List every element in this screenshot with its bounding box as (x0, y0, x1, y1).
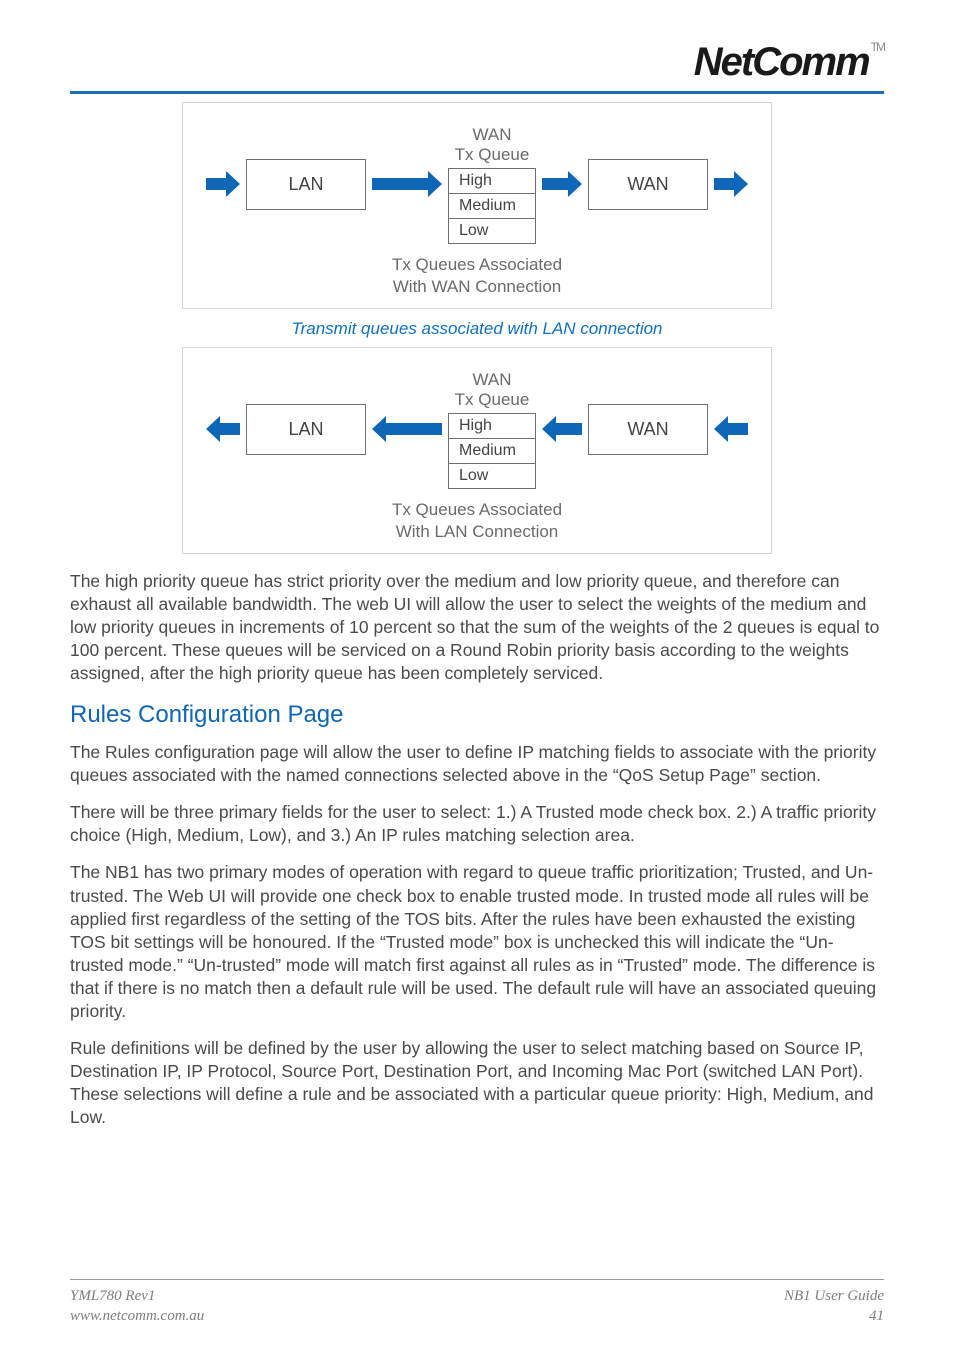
footer-url: www.netcomm.com.au (70, 1306, 204, 1326)
wan-box: WAN (588, 404, 708, 455)
queue-low: Low (448, 464, 536, 489)
queue-medium: Medium (448, 439, 536, 464)
figure-caption-text: Transmit queues associated with LAN conn… (70, 319, 884, 339)
wan-label: WAN (627, 419, 668, 439)
figure-1-caption: Tx Queues Associated With WAN Connection (195, 254, 759, 298)
header-rule (70, 91, 884, 94)
footer-rule (70, 1279, 884, 1280)
queue-column: WAN Tx Queue High Medium Low (448, 370, 536, 489)
lan-label: LAN (288, 419, 323, 439)
arrow-left-icon (372, 416, 442, 442)
queue-title: WAN Tx Queue (455, 125, 530, 166)
figure-2-caption: Tx Queues Associated With LAN Connection (195, 499, 759, 543)
footer-left: YML780 Rev1 www.netcomm.com.au (70, 1286, 204, 1327)
wan-label: WAN (627, 174, 668, 194)
body-text: The high priority queue has strict prior… (70, 570, 884, 1130)
queue-low: Low (448, 219, 536, 244)
queue-stack: High Medium Low (448, 413, 536, 489)
queue-title: WAN Tx Queue (455, 370, 530, 411)
arrow-right-icon (206, 171, 240, 197)
figure-2-wrap: LAN WAN Tx Queue High Medium Low WAN Tx … (70, 347, 884, 554)
queue-column: WAN Tx Queue High Medium Low (448, 125, 536, 244)
document-page: NetCommTM LAN WAN Tx Queue High Medium L… (0, 0, 954, 1354)
arrow-left-icon (542, 416, 582, 442)
brand-name: NetComm (694, 40, 869, 84)
arrow-right-icon (714, 171, 748, 197)
paragraph-2: The Rules configuration page will allow … (70, 741, 884, 787)
lan-box: LAN (246, 159, 366, 210)
figure-2-row: LAN WAN Tx Queue High Medium Low WAN (195, 370, 759, 489)
figure-1-row: LAN WAN Tx Queue High Medium Low WAN (195, 125, 759, 244)
figure-2: LAN WAN Tx Queue High Medium Low WAN Tx … (182, 347, 772, 554)
arrow-right-icon (542, 171, 582, 197)
arrow-left-icon (206, 416, 240, 442)
footer-guide-title: NB1 User Guide (784, 1286, 884, 1306)
footer-row: YML780 Rev1 www.netcomm.com.au NB1 User … (70, 1286, 884, 1327)
page-footer: YML780 Rev1 www.netcomm.com.au NB1 User … (70, 1279, 884, 1327)
footer-right: NB1 User Guide 41 (784, 1286, 884, 1327)
figure-1-wrap: LAN WAN Tx Queue High Medium Low WAN Tx … (70, 102, 884, 309)
queue-stack: High Medium Low (448, 168, 536, 244)
queue-medium: Medium (448, 194, 536, 219)
figure-1: LAN WAN Tx Queue High Medium Low WAN Tx … (182, 102, 772, 309)
paragraph-4: The NB1 has two primary modes of operati… (70, 861, 884, 1023)
trademark-symbol: TM (871, 40, 884, 54)
arrow-left-icon (714, 416, 748, 442)
lan-box: LAN (246, 404, 366, 455)
footer-doc-rev: YML780 Rev1 (70, 1286, 204, 1306)
paragraph-1: The high priority queue has strict prior… (70, 570, 884, 685)
header-row: NetCommTM (70, 40, 884, 85)
arrow-right-icon (372, 171, 442, 197)
lan-label: LAN (288, 174, 323, 194)
queue-high: High (448, 168, 536, 194)
brand-logo: NetCommTM (694, 40, 884, 85)
paragraph-5: Rule definitions will be defined by the … (70, 1037, 884, 1129)
section-heading: Rules Configuration Page (70, 699, 884, 731)
queue-high: High (448, 413, 536, 439)
wan-box: WAN (588, 159, 708, 210)
paragraph-3: There will be three primary fields for t… (70, 801, 884, 847)
footer-page-number: 41 (869, 1306, 884, 1326)
